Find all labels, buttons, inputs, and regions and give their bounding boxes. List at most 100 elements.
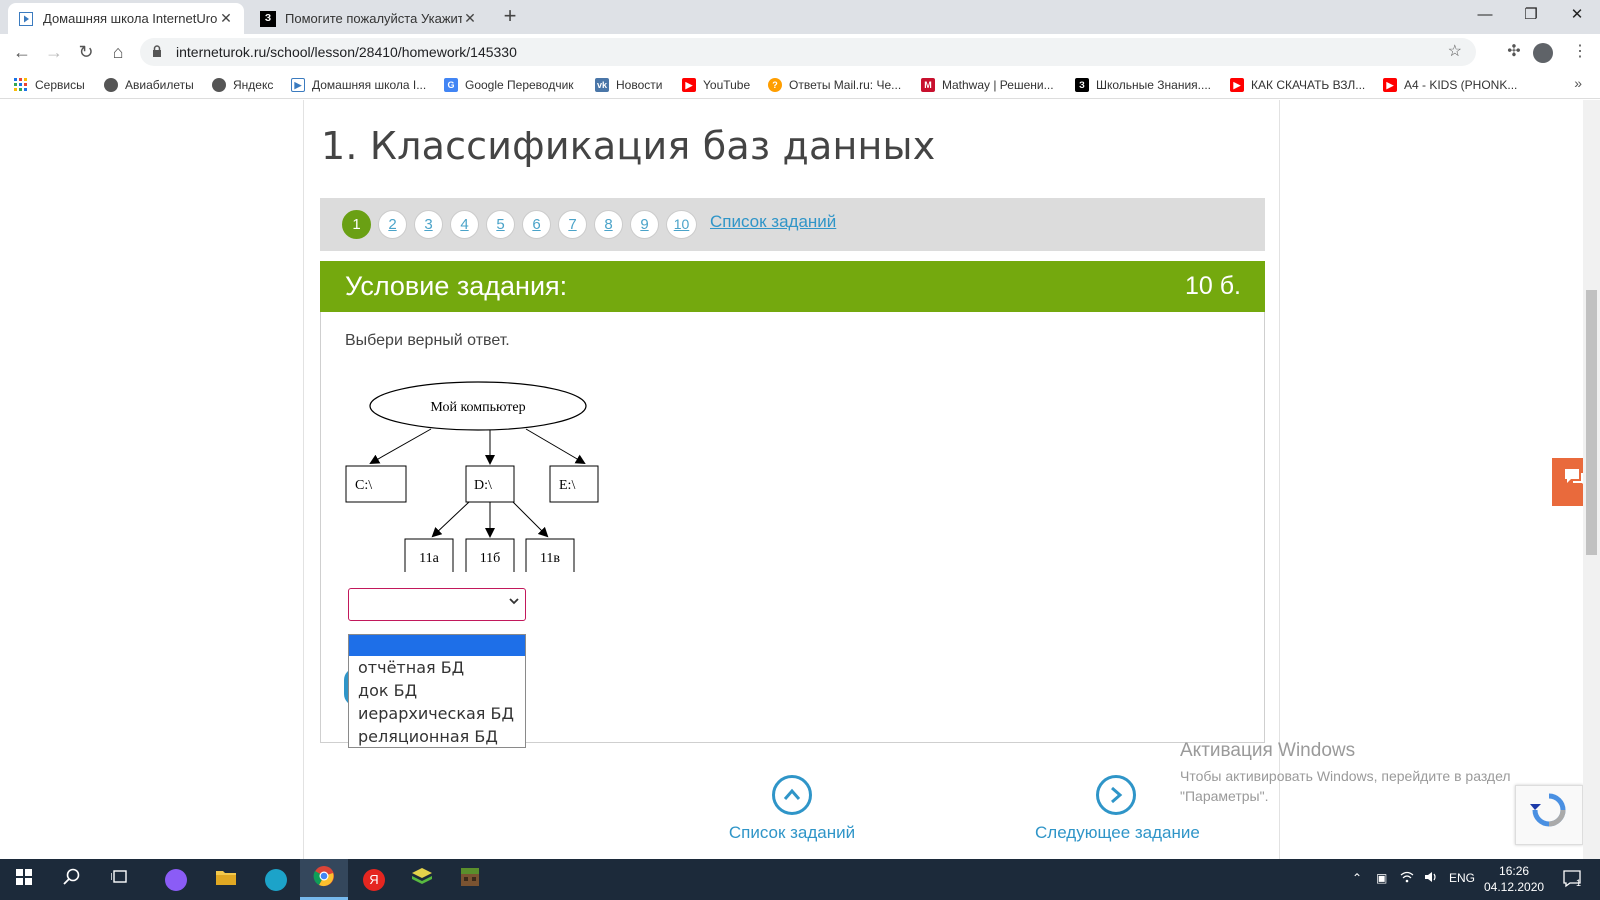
browser-toolbar: ← → ↻ ⌂ interneturok.ru/school/lesson/28…	[0, 34, 1600, 70]
pager-item-8[interactable]: 8	[594, 210, 623, 239]
bookmark-item[interactable]: ▶ Домашняя школа I...	[291, 75, 426, 95]
bookmark-label: Новости	[616, 78, 663, 92]
pager-item-9[interactable]: 9	[630, 210, 659, 239]
tab-title: Помогите пожалуйста Укажите	[285, 11, 462, 26]
next-task-nav-label: Следующее задание	[1035, 823, 1200, 842]
dropdown-option[interactable]: док БД	[349, 679, 525, 702]
minimize-button[interactable]: —	[1462, 0, 1508, 30]
arrow-right-icon: →	[45, 42, 63, 62]
bookmark-item[interactable]: M Mathway | Решени...	[921, 75, 1054, 95]
apps-grid-icon	[14, 78, 28, 92]
bookmark-item[interactable]: ▶ YouTube	[682, 75, 750, 95]
start-button[interactable]	[0, 859, 48, 900]
bookmark-item[interactable]: Яндекс	[212, 75, 273, 95]
bookmark-item[interactable]: G Google Переводчик	[444, 75, 574, 95]
bookmark-item[interactable]: Сервисы	[14, 75, 85, 95]
pager-item-7[interactable]: 7	[558, 210, 587, 239]
scrollbar-thumb[interactable]	[1586, 290, 1597, 555]
answer-select[interactable]	[348, 588, 526, 621]
taskbar-clock[interactable]: 16:26 04.12.2020	[1484, 863, 1544, 895]
recaptcha-icon	[1530, 793, 1566, 827]
bookmark-star-icon[interactable]: ☆	[1448, 41, 1462, 61]
recaptcha-badge[interactable]	[1515, 785, 1583, 845]
arrow-left-icon: ←	[13, 42, 31, 62]
pager-item-4[interactable]: 4	[450, 210, 479, 239]
close-window-button[interactable]: ✕	[1554, 0, 1600, 30]
task-view-button[interactable]	[96, 859, 144, 900]
diagram-node-11b-label: 11б	[480, 551, 501, 566]
windows-taskbar: Я ⌃ ▣ ENG 16:26 04.12.2020 1	[0, 859, 1600, 900]
activation-title: Активация Windows	[1180, 740, 1356, 761]
pager-item-10[interactable]: 10	[666, 210, 697, 239]
taskbar-file-explorer[interactable]	[202, 859, 250, 900]
tab-title: Домашняя школа InternetUrok.ru	[43, 11, 218, 26]
pager-item-2[interactable]: 2	[378, 210, 407, 239]
diagram-node-c-label: C:\	[355, 478, 372, 493]
clock-time: 16:26	[1499, 864, 1530, 878]
diagram-edge	[369, 428, 432, 464]
hierarchy-diagram: Мой компьютер C:\ D:\ E:\ 11а 11б 11в	[345, 381, 599, 572]
language-indicator[interactable]: ENG	[1449, 871, 1475, 885]
tray-chevron-up-icon[interactable]: ⌃	[1352, 871, 1362, 885]
task-prompt: Выбери верный ответ.	[345, 332, 510, 349]
new-tab-button[interactable]: +	[498, 5, 522, 29]
taskbar-minecraft[interactable]	[446, 859, 494, 900]
tab-close-icon[interactable]: ✕	[218, 10, 234, 27]
notifications-button[interactable]: 1	[1562, 868, 1582, 891]
task-header: Условие задания: 10 б.	[320, 261, 1265, 312]
taskbar-edge[interactable]	[252, 859, 300, 900]
youtube-icon: ▶	[682, 78, 696, 92]
tray-network-icon[interactable]	[1400, 871, 1414, 886]
reload-button[interactable]: ↻	[72, 38, 100, 66]
tray-volume-icon[interactable]	[1424, 871, 1438, 886]
task-list-link[interactable]: Список заданий	[710, 212, 836, 232]
home-button[interactable]: ⌂	[104, 38, 132, 66]
search-icon	[63, 868, 81, 891]
cortana-icon	[165, 868, 187, 891]
lock-icon	[152, 44, 168, 60]
pager-item-3[interactable]: 3	[414, 210, 443, 239]
pager-item-6[interactable]: 6	[522, 210, 551, 239]
forward-button[interactable]: →	[40, 38, 68, 66]
internetUrok-favicon: ▶	[291, 78, 305, 92]
address-bar[interactable]: interneturok.ru/school/lesson/28410/home…	[140, 38, 1476, 66]
extensions-button[interactable]: ✣	[1500, 38, 1528, 66]
tab-internetUrok[interactable]: Домашняя школа InternetUrok.ru ✕	[8, 3, 244, 34]
menu-button[interactable]: ⋮	[1566, 38, 1594, 66]
bookmark-item[interactable]: vk Новости	[595, 75, 662, 95]
taskbar-chrome[interactable]	[300, 859, 348, 900]
page-scrollbar[interactable]	[1583, 100, 1600, 859]
taskbar-bluestacks[interactable]	[398, 859, 446, 900]
znanija-icon: З	[1075, 78, 1089, 92]
next-task-nav[interactable]: Следующее задание	[1035, 775, 1200, 843]
taskbar-yandex-browser[interactable]: Я	[350, 859, 398, 900]
diagram-edge	[512, 501, 549, 538]
back-button[interactable]: ←	[8, 38, 36, 66]
bookmarks-overflow-button[interactable]: »	[1574, 75, 1582, 91]
pager-item-1[interactable]: 1	[342, 210, 371, 239]
dropdown-option[interactable]	[349, 635, 525, 656]
tab-znanija[interactable]: З Помогите пожалуйста Укажите ✕	[250, 3, 488, 34]
bookmark-item[interactable]: ? Ответы Mail.ru: Че...	[768, 75, 901, 95]
vk-icon: vk	[595, 78, 609, 92]
task-list-nav[interactable]: Список заданий	[722, 775, 862, 843]
profile-avatar[interactable]	[1533, 43, 1553, 63]
bookmark-item[interactable]: ▶ A4 - KIDS (PHONK...	[1383, 75, 1517, 95]
answer-dropdown-list: отчётная БД док БД иерархическая БД реля…	[348, 634, 526, 748]
dropdown-option[interactable]: отчётная БД	[349, 656, 525, 679]
tray-device-icon[interactable]: ▣	[1376, 871, 1387, 885]
bookmark-item[interactable]: З Школьные Знания....	[1075, 75, 1211, 95]
maximize-button[interactable]: ❐	[1508, 0, 1554, 30]
bookmark-item[interactable]: ▶ КАК СКАЧАТЬ ВЗЛ...	[1230, 75, 1365, 95]
taskbar-cortana[interactable]	[152, 859, 200, 900]
diagram-node-11a-label: 11а	[419, 551, 439, 566]
clock-date: 04.12.2020	[1484, 880, 1545, 894]
pager-item-5[interactable]: 5	[486, 210, 515, 239]
bookmark-item[interactable]: Авиабилеты	[104, 75, 194, 95]
dropdown-option[interactable]: иерархическая БД	[349, 702, 525, 725]
browser-tab-strip: Домашняя школа InternetUrok.ru ✕ З Помог…	[0, 0, 1600, 34]
search-button[interactable]	[48, 859, 96, 900]
znanija-favicon: З	[260, 10, 276, 27]
dropdown-option[interactable]: реляционная БД	[349, 725, 525, 748]
tab-close-icon[interactable]: ✕	[462, 10, 478, 27]
